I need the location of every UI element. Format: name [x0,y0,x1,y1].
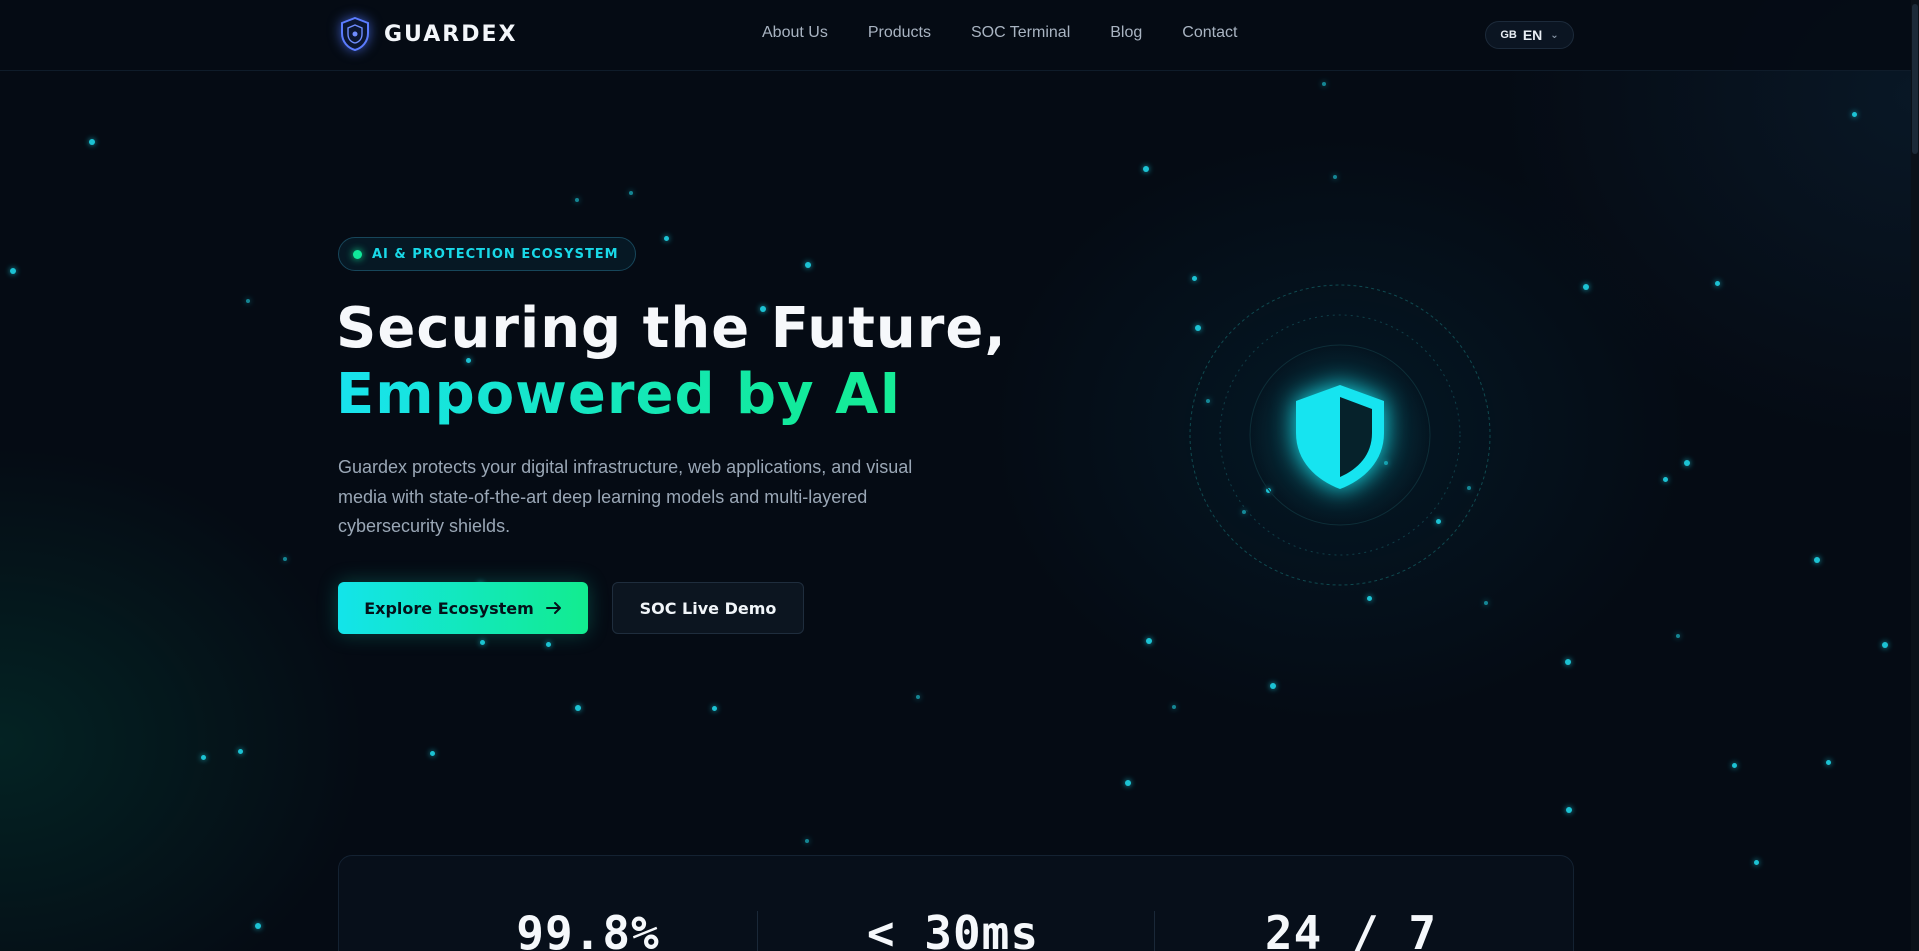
arrow-right-icon [545,602,561,614]
nav-link-products[interactable]: Products [868,24,931,42]
particle-dot [10,268,16,274]
particle-dot [805,839,809,843]
particle-dot [201,755,206,760]
particle-dot [1192,276,1197,281]
hero-badge: AI & PROTECTION ECOSYSTEM [338,237,636,271]
particle-dot [1676,634,1680,638]
particle-dot [1826,760,1831,765]
particle-dot [1143,166,1149,172]
stat-availability: 24 / 7 [1264,906,1438,951]
particle-dot [246,299,250,303]
flag-icon: GB [1500,29,1517,41]
language-selector[interactable]: GB EN ⌄ [1485,21,1574,49]
particle-dot [1852,112,1857,117]
hero-title-line2: Empowered by AI [336,362,1096,428]
particle-dot [1663,477,1668,482]
background-glow [0,0,1919,951]
shield-hero-graphic [1189,284,1491,586]
page-scrollbar[interactable] [1911,0,1919,951]
top-navbar: GUARDEX About Us Products SOC Terminal B… [0,0,1919,71]
particle-field [0,0,1919,951]
explore-ecosystem-label: Explore Ecosystem [364,598,534,618]
particle-dot [1367,596,1372,601]
particle-dot [1684,460,1690,466]
explore-ecosystem-button[interactable]: Explore Ecosystem [338,582,588,634]
soc-live-demo-button[interactable]: SOC Live Demo [612,582,804,634]
particle-dot [575,198,579,202]
status-dot-icon [353,249,362,259]
nav-link-about-us[interactable]: About Us [762,24,828,42]
particle-dot [283,557,287,561]
hero-description: Guardex protects your digital infrastruc… [338,457,913,536]
shield-logo-icon [341,17,369,51]
stat-latency: < 30ms [866,906,1040,951]
stat-divider [757,911,758,951]
nav-link-blog[interactable]: Blog [1110,24,1142,42]
particle-dot [712,706,717,711]
scrollbar-thumb[interactable] [1912,4,1918,154]
particle-dot [1882,642,1888,648]
chevron-down-icon: ⌄ [1550,29,1559,41]
particle-dot [1172,705,1176,709]
particle-dot [1583,284,1589,290]
particle-dot [1484,601,1488,605]
nav-link-soc-terminal[interactable]: SOC Terminal [971,24,1070,42]
hero-title: Securing the Future, Empowered by AI [336,296,1096,428]
hero-title-line1: Securing the Future, [336,296,1007,361]
particle-dot [255,923,261,929]
particle-dot [238,749,243,754]
particle-dot [1814,557,1820,563]
particle-dot [1565,659,1571,665]
shield-icon [1189,284,1491,586]
particle-dot [575,705,581,711]
particle-dot [805,262,811,268]
particle-dot [1732,763,1737,768]
particle-dot [546,642,551,647]
stat-divider [1154,911,1155,951]
particle-dot [1715,281,1720,286]
particle-dot [1270,683,1276,689]
particle-dot [480,640,485,645]
particle-dot [629,191,633,195]
particle-dot [1754,860,1759,865]
nav-link-contact[interactable]: Contact [1182,24,1237,42]
particle-dot [1333,175,1337,179]
particle-dot [430,751,435,756]
brand-name: GUARDEX [384,21,518,47]
particle-dot [1146,638,1152,644]
particle-dot [89,139,95,145]
particle-dot [664,236,669,241]
particle-dot [916,695,920,699]
language-code: EN [1522,27,1543,43]
brand-logo[interactable]: GUARDEX [340,17,517,51]
particle-dot [1322,82,1326,86]
stat-uptime: 99.8% [516,906,660,951]
main-nav: About Us Products SOC Terminal Blog Cont… [762,24,1237,42]
hero-badge-label: AI & PROTECTION ECOSYSTEM [372,246,619,262]
particle-dot [1566,807,1572,813]
particle-dot [1125,780,1131,786]
stats-panel: 99.8% < 30ms 24 / 7 [338,855,1574,951]
